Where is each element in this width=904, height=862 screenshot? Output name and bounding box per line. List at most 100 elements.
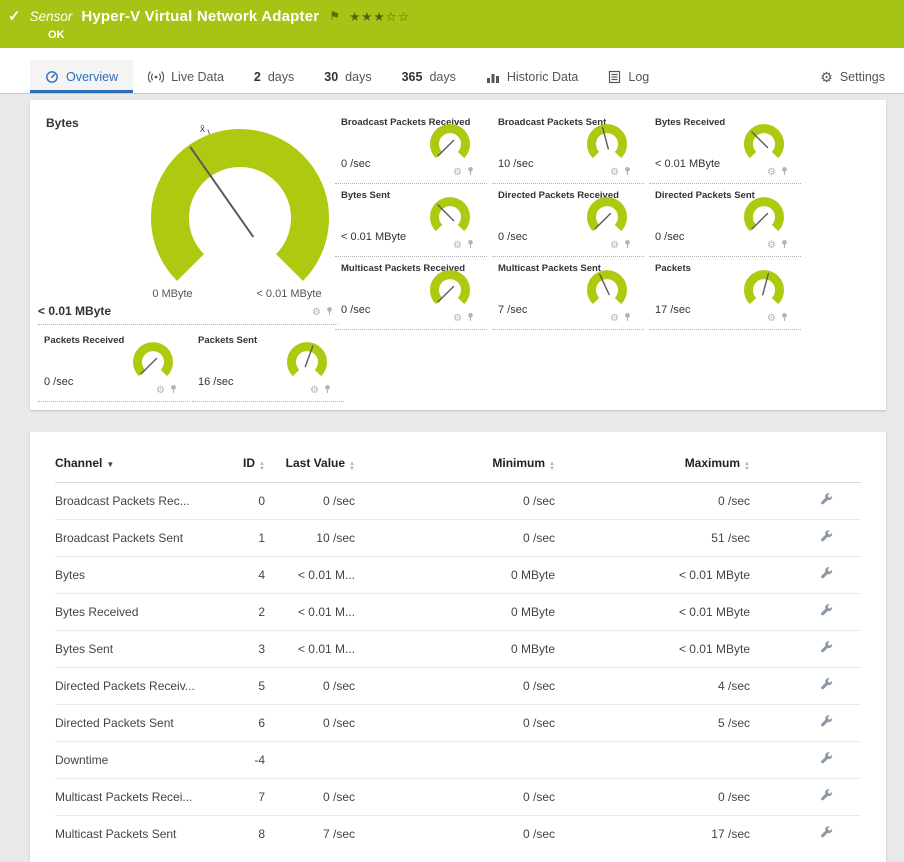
gear-icon[interactable]: ⚙ xyxy=(156,385,165,396)
column-header-last-value[interactable]: Last Value ▲ ▼ xyxy=(265,456,355,483)
tab-historic-data[interactable]: Historic Data xyxy=(471,60,594,93)
mini-gauge-dial xyxy=(286,341,328,383)
channel-settings-icon[interactable] xyxy=(820,641,833,654)
small-gauges-grid: Broadcast Packets Received 0 /sec ⚙ Broadca… xyxy=(335,112,801,331)
tab-label: days xyxy=(429,69,456,84)
channel-settings-icon[interactable] xyxy=(820,715,833,728)
channel-row-multicast-packets-sent[interactable]: Multicast Packets Sent 8 7 /sec 0 /sec 17 /s… xyxy=(55,815,861,852)
channel-row-downtime[interactable]: Downtime -4 xyxy=(55,741,861,779)
gear-icon[interactable]: ⚙ xyxy=(310,385,319,396)
cell-maximum: < 0.01 MByte xyxy=(555,593,750,631)
mini-gauge-bytes-sent: Bytes Sent < 0.01 MByte ⚙ xyxy=(335,185,487,257)
tab-label: Overview xyxy=(66,69,119,84)
channel-settings-icon[interactable] xyxy=(820,493,833,506)
tab-settings[interactable]: ⚙ Settings xyxy=(805,60,900,93)
mini-gauge-dial xyxy=(586,269,628,311)
tab-2-days[interactable]: 2 days xyxy=(239,60,309,93)
mini-gauge-actions: ⚙ xyxy=(767,166,789,179)
cell-maximum: 5 /sec xyxy=(555,704,750,742)
channel-settings-icon[interactable] xyxy=(820,678,833,691)
mini-gauge-dial xyxy=(743,196,785,238)
cell-minimum: 0 MByte xyxy=(355,593,555,631)
mini-gauge-actions: ⚙ xyxy=(767,239,789,252)
gear-icon[interactable]: ⚙ xyxy=(767,240,776,251)
pin-icon[interactable] xyxy=(780,312,789,325)
live-data-icon xyxy=(148,70,165,84)
mini-gauge-directed-packets-sent: Directed Packets Sent 0 /sec ⚙ xyxy=(649,185,801,257)
tab-log[interactable]: Log xyxy=(593,60,664,93)
channel-row-directed-packets-sent[interactable]: Directed Packets Sent 6 0 /sec 0 /sec 5 /sec xyxy=(55,704,861,742)
flag-icon[interactable]: ⚑ xyxy=(329,9,340,23)
column-header-maximum[interactable]: Maximum ▲ ▼ xyxy=(555,456,750,483)
pin-icon[interactable] xyxy=(466,239,475,252)
gear-icon[interactable]: ⚙ xyxy=(453,240,462,251)
sort-icon[interactable]: ▲ ▼ xyxy=(744,461,750,472)
cell-maximum: < 0.01 MByte xyxy=(555,630,750,668)
mini-gauge-actions: ⚙ xyxy=(156,384,178,397)
mini-gauge-value: 7 /sec xyxy=(498,304,528,316)
tab-live-data[interactable]: Live Data xyxy=(133,60,239,93)
cell-id: 4 xyxy=(215,556,265,594)
sort-icon[interactable]: ▲ ▼ xyxy=(549,461,555,472)
cell-id: 0 xyxy=(258,494,265,508)
gear-icon[interactable]: ⚙ xyxy=(610,167,619,178)
gear-icon[interactable]: ⚙ xyxy=(453,313,462,324)
channel-row-bytes-sent[interactable]: Bytes Sent 3 < 0.01 M... 0 MByte < 0.01 MByt… xyxy=(55,630,861,668)
pin-icon[interactable] xyxy=(623,166,632,179)
mini-gauge-actions: ⚙ xyxy=(610,166,632,179)
channels-panel: Channel ▼ ID ▲ ▼ Last Value ▲ ▼ Minimum ▲ ▼ Maximum… xyxy=(30,432,886,862)
pin-icon[interactable] xyxy=(325,306,334,319)
mini-gauge-bytes-received: Bytes Received < 0.01 MByte ⚙ xyxy=(649,112,801,184)
column-header-id[interactable]: ID ▲ ▼ xyxy=(215,456,265,483)
gear-icon[interactable]: ⚙ xyxy=(610,240,619,251)
mini-gauge-value: 0 /sec xyxy=(655,231,685,243)
pin-icon[interactable] xyxy=(466,166,475,179)
gear-icon[interactable]: ⚙ xyxy=(767,313,776,324)
mini-gauge-dial xyxy=(429,123,471,165)
priority-stars[interactable]: ★★★☆☆ xyxy=(349,9,410,24)
pin-icon[interactable] xyxy=(623,239,632,252)
channel-settings-icon[interactable] xyxy=(820,530,833,543)
cell-maximum: 0 /sec xyxy=(717,494,750,508)
tab-number: 30 xyxy=(324,69,339,84)
channel-row-directed-packets-receiv[interactable]: Directed Packets Receiv... 5 0 /sec 0 /sec 4… xyxy=(55,667,861,705)
channels-table-body: Broadcast Packets Rec... 0 0 /sec 0 /sec 0 /… xyxy=(55,483,861,852)
pin-icon[interactable] xyxy=(323,384,332,397)
pin-icon[interactable] xyxy=(780,166,789,179)
channel-settings-icon[interactable] xyxy=(820,604,833,617)
channel-row-bytes-received[interactable]: Bytes Received 2 < 0.01 M... 0 MByte < 0.01 … xyxy=(55,593,861,631)
sort-icon[interactable]: ▲ ▼ xyxy=(349,461,355,472)
column-header-minimum[interactable]: Minimum ▲ ▼ xyxy=(355,456,555,483)
gear-icon[interactable]: ⚙ xyxy=(610,313,619,324)
channel-row-broadcast-packets-sent[interactable]: Broadcast Packets Sent 1 10 /sec 0 /sec 51 /… xyxy=(55,519,861,557)
pin-icon[interactable] xyxy=(466,312,475,325)
tab-365-days[interactable]: 365 days xyxy=(387,60,471,93)
sort-desc-icon[interactable]: ▼ xyxy=(106,460,114,469)
channel-row-broadcast-packets-rec[interactable]: Broadcast Packets Rec... 0 0 /sec 0 /sec 0 /… xyxy=(55,483,861,520)
gear-icon[interactable]: ⚙ xyxy=(453,167,462,178)
main-gauge-value: < 0.01 MByte xyxy=(38,304,112,318)
pin-icon[interactable] xyxy=(780,239,789,252)
channel-settings-icon[interactable] xyxy=(820,826,833,839)
channel-row-multicast-packets-recei[interactable]: Multicast Packets Recei... 7 0 /sec 0 /sec 0… xyxy=(55,778,861,816)
cell-last-value xyxy=(265,741,355,779)
overview-icon xyxy=(45,70,59,84)
sensor-title: Hyper-V Virtual Network Adapter xyxy=(81,7,320,25)
mini-gauge-value: 0 /sec xyxy=(341,158,371,170)
tab-30-days[interactable]: 30 days xyxy=(309,60,386,93)
sort-icon[interactable]: ▲ ▼ xyxy=(259,461,265,472)
tab-overview[interactable]: Overview xyxy=(30,60,134,93)
channel-settings-icon[interactable] xyxy=(820,752,833,765)
gear-icon[interactable]: ⚙ xyxy=(767,167,776,178)
channel-settings-icon[interactable] xyxy=(820,567,833,580)
cell-minimum: 0 /sec xyxy=(355,815,555,852)
pin-icon[interactable] xyxy=(623,312,632,325)
channel-settings-icon[interactable] xyxy=(820,789,833,802)
gear-icon[interactable]: ⚙ xyxy=(312,307,321,318)
channel-row-bytes[interactable]: Bytes 4 < 0.01 M... 0 MByte < 0.01 MByte xyxy=(55,556,861,594)
column-header-channel[interactable]: Channel ▼ xyxy=(55,456,215,483)
mini-gauge-title: Packets xyxy=(655,263,691,274)
mini-gauge-actions: ⚙ xyxy=(453,239,475,252)
tab-strip: Overview Live Data 2 days 30 days 365 days Histo… xyxy=(0,48,904,94)
pin-icon[interactable] xyxy=(169,384,178,397)
